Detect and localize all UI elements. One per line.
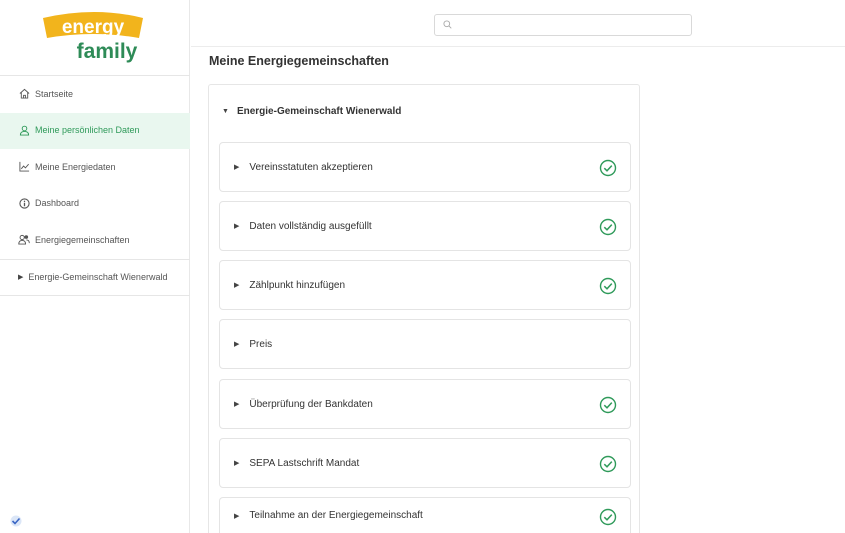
sidebar-item-label: Energiegemeinschaften [35,234,130,245]
sidebar-item-label: Dashboard [35,198,80,209]
search-icon [443,16,452,34]
step-sepa-mandat[interactable]: ▶ SEPA Lastschrift Mandat [219,438,631,488]
step-label: Preis [249,338,273,350]
sidebar-item-label: Meine persönlichen Daten [35,125,140,136]
caret-right-icon: ▶ [234,401,240,408]
search-input[interactable] [458,20,678,30]
sidebar-item-energiegemeinschaften[interactable]: Energiegemeinschaften [0,222,190,259]
info-circle-icon [18,197,30,209]
users-icon [18,234,30,246]
user-icon [18,124,30,136]
check-circle-icon [599,396,617,414]
sidebar: energy family Startseite Meine persönlic… [0,0,190,533]
sidebar-item-label: Energie-Gemeinschaft Wienerwald [28,272,168,282]
caret-right-icon: ▶ [18,274,24,281]
check-circle-icon [599,455,617,473]
sidebar-item-meine-persoenlichen-daten[interactable]: Meine persönlichen Daten [0,112,190,149]
chart-line-icon [18,161,30,173]
caret-down-icon: ▼ [222,108,229,115]
verified-badge-icon[interactable] [10,514,22,527]
logo[interactable]: energy family [35,8,165,64]
search-box[interactable] [434,14,692,36]
step-preis[interactable]: ▶ Preis [219,319,631,369]
sidebar-nav: Startseite Meine persönlichen Daten Mein… [0,75,190,296]
page-title: Meine Energiegemeinschaften [209,54,389,68]
sidebar-item-label: Startseite [35,88,74,99]
caret-right-icon: ▶ [234,164,240,171]
check-circle-icon [599,159,617,177]
caret-right-icon: ▶ [234,223,240,230]
home-icon [18,88,30,100]
step-label: SEPA Lastschrift Mandat [249,457,360,469]
step-label: Überprüfung der Bankdaten [249,398,373,410]
step-vereinsstatuten[interactable]: ▶ Vereinsstatuten akzeptieren [219,142,631,192]
step-zaehlpunkt[interactable]: ▶ Zählpunkt hinzufügen [219,260,631,310]
check-circle-icon [599,218,617,236]
step-teilnahme[interactable]: ▶ Teilnahme an der Energiegemeinschaft [219,497,631,533]
caret-right-icon: ▶ [234,512,240,520]
svg-text:family: family [77,40,138,63]
svg-text:energy: energy [62,17,125,38]
sidebar-item-dashboard[interactable]: Dashboard [0,186,190,223]
step-label: Vereinsstatuten akzeptieren [249,161,373,173]
community-title: Energie-Gemeinschaft Wienerwald [236,106,402,117]
step-label: Daten vollständig ausgefüllt [249,220,372,232]
sidebar-item-startseite[interactable]: Startseite [0,76,190,113]
caret-right-icon: ▶ [234,341,240,348]
caret-right-icon: ▶ [234,460,240,467]
sidebar-item-energie-gemeinschaft-wienerwald[interactable]: ▶ Energie-Gemeinschaft Wienerwald [0,258,190,296]
step-bankdaten[interactable]: ▶ Überprüfung der Bankdaten [219,379,631,429]
sidebar-item-meine-energiedaten[interactable]: Meine Energiedaten [0,149,190,186]
step-daten-vollstaendig[interactable]: ▶ Daten vollständig ausgefüllt [219,201,631,251]
check-circle-icon [599,277,617,295]
step-label: Teilnahme an der Energiegemeinschaft [249,510,423,521]
caret-right-icon: ▶ [234,282,240,289]
step-label: Zählpunkt hinzufügen [249,279,346,291]
top-bar [191,0,845,47]
check-circle-icon [599,508,617,526]
sidebar-item-label: Meine Energiedaten [35,161,116,172]
community-header[interactable]: ▼ Energie-Gemeinschaft Wienerwald [222,106,401,117]
